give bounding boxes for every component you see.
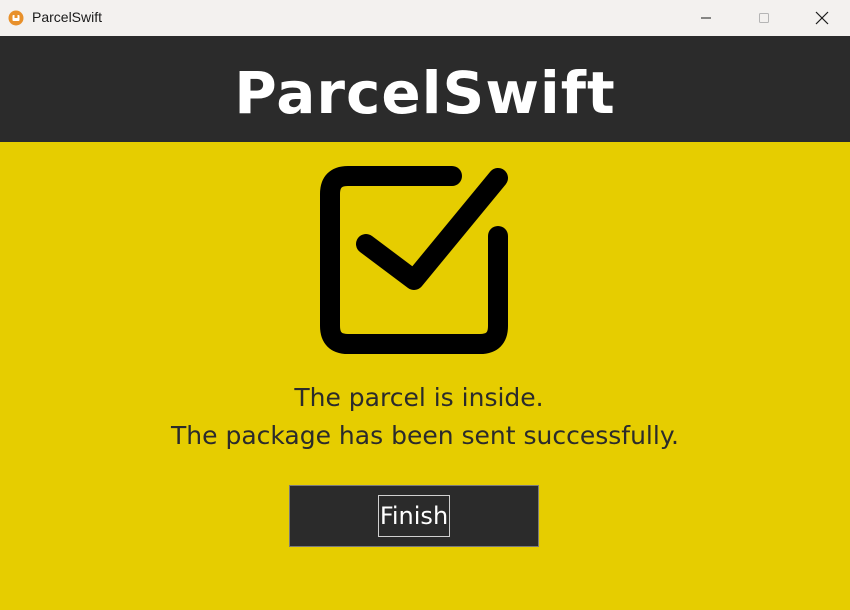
status-message-line1: The parcel is inside. <box>294 383 544 412</box>
title-bar[interactable]: ParcelSwift <box>0 0 850 36</box>
maximize-button[interactable] <box>741 0 787 36</box>
minimize-icon <box>701 17 711 19</box>
app-icon <box>8 10 24 26</box>
checkbox-checked-icon <box>320 166 508 354</box>
app-window: ParcelSwift ParcelSwift The parcel is in… <box>0 0 850 610</box>
window-title: ParcelSwift <box>32 9 103 25</box>
header-banner: ParcelSwift <box>0 36 850 142</box>
minimize-button[interactable] <box>683 0 729 36</box>
maximize-icon <box>759 13 769 23</box>
status-message-line2: The package has been sent successfully. <box>171 421 679 450</box>
close-icon <box>815 11 829 25</box>
finish-button-label: Finish <box>377 495 451 537</box>
app-title: ParcelSwift <box>234 59 616 127</box>
finish-button[interactable]: Finish <box>289 485 539 547</box>
close-button[interactable] <box>799 0 845 36</box>
